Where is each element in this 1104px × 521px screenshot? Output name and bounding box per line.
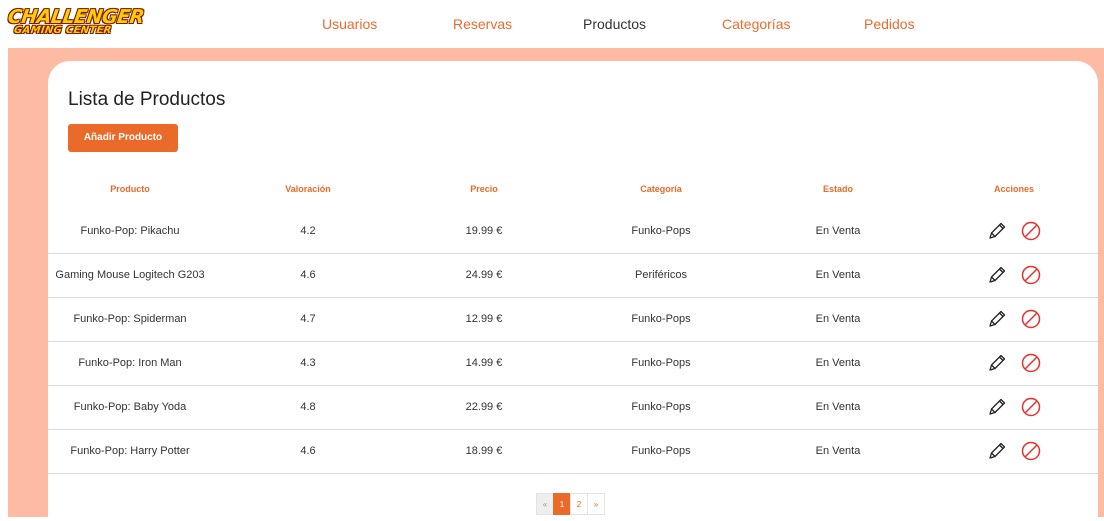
page-title: Lista de Productos	[68, 89, 226, 110]
add-product-button[interactable]: Añadir Producto	[68, 124, 178, 152]
logo-subtitle: GAMING CENTER	[13, 25, 113, 36]
cell-valoracion: 4.6	[300, 445, 316, 457]
cell-categoria: Funko-Pops	[631, 445, 691, 457]
ban-icon[interactable]	[1020, 308, 1042, 330]
row-divider	[48, 473, 1098, 474]
cell-precio: 12.99 €	[465, 313, 503, 325]
cell-valoracion: 4.2	[300, 225, 316, 237]
products-card: Lista de Productos Añadir Producto Produ…	[48, 61, 1098, 521]
table-row: Funko-Pop: Pikachu 4.2 19.99 € Funko-Pop…	[48, 210, 1098, 254]
cell-producto: Funko-Pop: Pikachu	[80, 225, 180, 237]
cell-estado: En Venta	[815, 357, 861, 369]
table-row: Funko-Pop: Baby Yoda 4.8 22.99 € Funko-P…	[48, 386, 1098, 430]
table-row: Funko-Pop: Spiderman 4.7 12.99 € Funko-P…	[48, 298, 1098, 342]
table-row: Funko-Pop: Harry Potter 4.6 18.99 € Funk…	[48, 430, 1098, 474]
ban-icon[interactable]	[1020, 440, 1042, 462]
column-header-precio: Precio	[470, 184, 498, 194]
cell-estado: En Venta	[815, 225, 861, 237]
nav-pedidos[interactable]: Pedidos	[864, 16, 915, 32]
brand-logo[interactable]: CHALLENGER GAMING CENTER	[6, 6, 145, 40]
table-row: Gaming Mouse Logitech G203 4.6 24.99 € P…	[48, 254, 1098, 298]
cell-producto: Gaming Mouse Logitech G203	[55, 269, 205, 281]
nav-reservas[interactable]: Reservas	[453, 16, 512, 32]
cell-categoria: Funko-Pops	[631, 313, 691, 325]
column-header-valoracion: Valoración	[285, 184, 331, 194]
pencil-icon[interactable]	[986, 308, 1008, 330]
pencil-icon[interactable]	[986, 396, 1008, 418]
ban-icon[interactable]	[1020, 220, 1042, 242]
cell-producto: Funko-Pop: Baby Yoda	[73, 401, 187, 413]
cell-estado: En Venta	[815, 445, 861, 457]
cell-valoracion: 4.6	[300, 269, 316, 281]
column-header-estado: Estado	[822, 184, 854, 194]
cell-categoria: Funko-Pops	[631, 401, 691, 413]
pagination: « 1 2 »	[536, 493, 605, 515]
ban-icon[interactable]	[1020, 352, 1042, 374]
cell-estado: En Venta	[815, 269, 861, 281]
ban-icon[interactable]	[1020, 264, 1042, 286]
ban-icon[interactable]	[1020, 396, 1042, 418]
pagination-page-2[interactable]: 2	[570, 493, 588, 515]
cell-producto: Funko-Pop: Harry Potter	[70, 445, 190, 457]
column-header-categoria: Categoría	[640, 184, 682, 194]
pencil-icon[interactable]	[986, 352, 1008, 374]
cell-valoracion: 4.8	[300, 401, 316, 413]
column-header-acciones: Acciones	[993, 184, 1035, 194]
pencil-icon[interactable]	[986, 440, 1008, 462]
pencil-icon[interactable]	[986, 264, 1008, 286]
pencil-icon[interactable]	[986, 220, 1008, 242]
cell-valoracion: 4.7	[300, 313, 316, 325]
cell-producto: Funko-Pop: Spiderman	[73, 313, 187, 325]
cell-categoria: Funko-Pops	[631, 357, 691, 369]
nav-productos[interactable]: Productos	[583, 16, 646, 32]
pagination-next[interactable]: »	[587, 493, 605, 515]
nav-categorias[interactable]: Categorías	[722, 16, 790, 32]
cell-categoria: Funko-Pops	[631, 225, 691, 237]
table-row: Funko-Pop: Iron Man 4.3 14.99 € Funko-Po…	[48, 342, 1098, 386]
cell-valoracion: 4.3	[300, 357, 316, 369]
cell-precio: 24.99 €	[465, 269, 503, 281]
cell-estado: En Venta	[815, 313, 861, 325]
cell-precio: 22.99 €	[465, 401, 503, 413]
cell-precio: 19.99 €	[465, 225, 503, 237]
pagination-prev[interactable]: «	[536, 493, 554, 515]
nav-usuarios[interactable]: Usuarios	[322, 16, 377, 32]
cell-precio: 18.99 €	[465, 445, 503, 457]
column-header-producto: Producto	[110, 184, 150, 194]
cell-precio: 14.99 €	[465, 357, 503, 369]
top-navbar: CHALLENGER GAMING CENTER Usuarios Reserv…	[0, 0, 1104, 48]
cell-producto: Funko-Pop: Iron Man	[78, 357, 182, 369]
pagination-page-1[interactable]: 1	[553, 493, 571, 515]
cell-estado: En Venta	[815, 401, 861, 413]
cell-categoria: Periféricos	[635, 269, 687, 281]
